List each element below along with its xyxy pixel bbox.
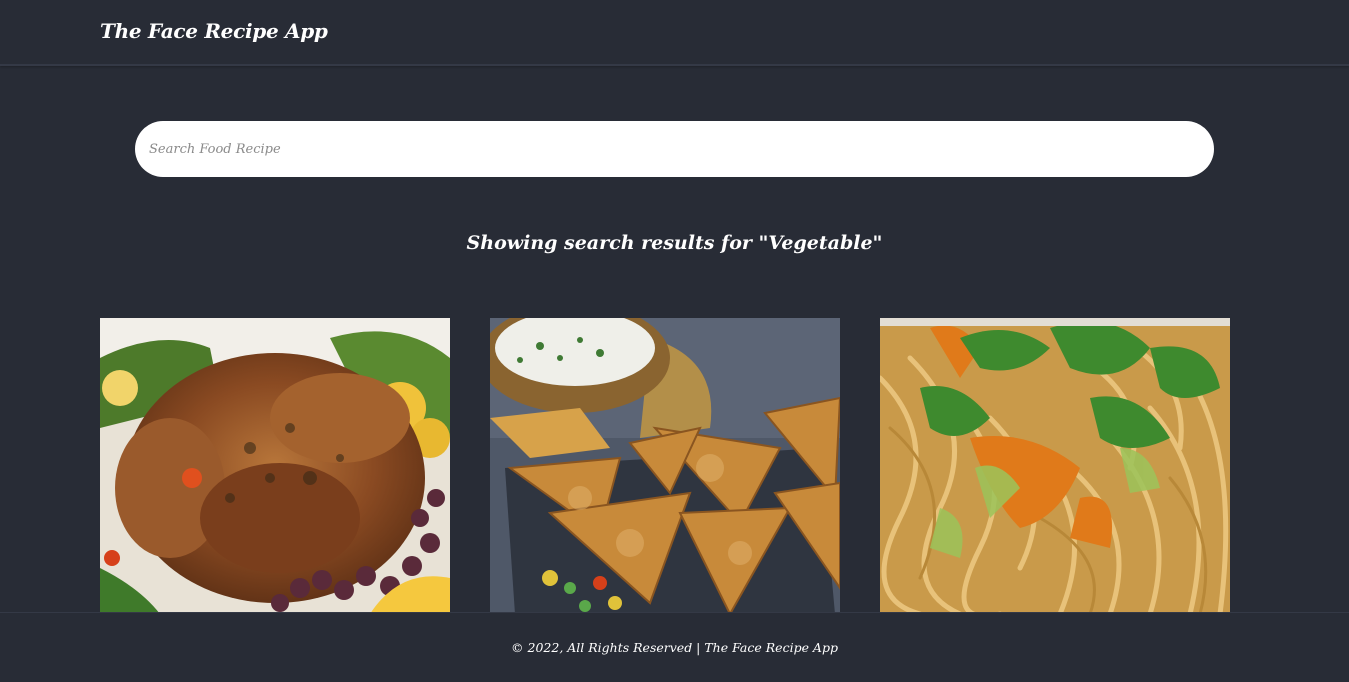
recipe-card[interactable] [880, 318, 1230, 614]
recipe-grid [100, 318, 1230, 614]
samosa-image[interactable] [490, 318, 840, 614]
brand-logo-link[interactable]: The Face Recipe App [100, 19, 328, 43]
roast-chicken-image[interactable] [100, 318, 450, 614]
footer: © 2022, All Rights Reserved | The Face R… [0, 612, 1349, 682]
recipe-card[interactable] [490, 318, 840, 614]
results-heading: Showing search results for "Vegetable" [466, 232, 883, 254]
search-input[interactable] [135, 121, 1214, 177]
noodles-image[interactable] [880, 318, 1230, 614]
footer-copyright: © 2022, All Rights Reserved | The Face R… [511, 640, 838, 655]
search-bar [135, 121, 1214, 177]
recipe-card[interactable] [100, 318, 450, 614]
navbar: The Face Recipe App [0, 0, 1349, 66]
